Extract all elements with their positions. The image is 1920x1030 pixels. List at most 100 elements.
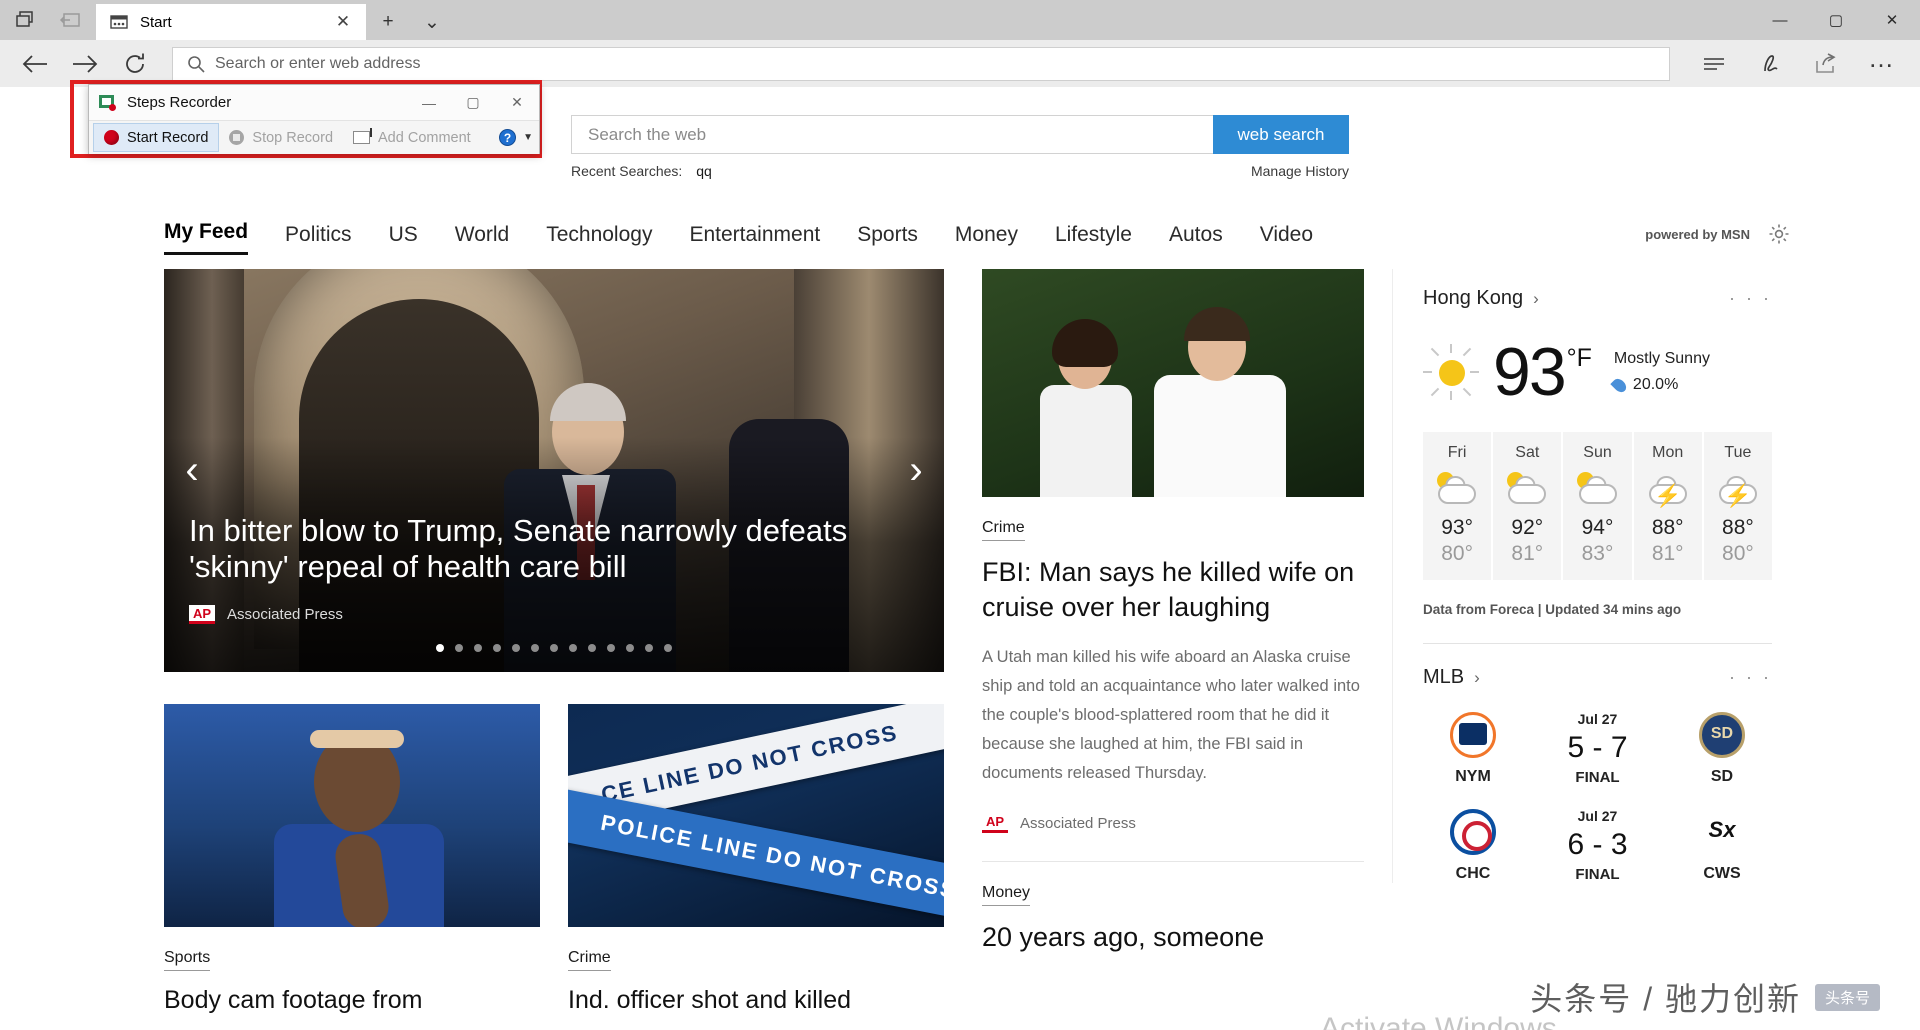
manage-history-link[interactable]: Manage History — [1251, 163, 1349, 179]
article-category-label[interactable]: Money — [982, 884, 1031, 906]
tab-options-chevron-down-icon[interactable]: ⌄ — [410, 4, 454, 40]
carousel-dot[interactable] — [474, 644, 482, 652]
carousel-dot[interactable] — [607, 644, 615, 652]
team-abbreviation: CHC — [1455, 864, 1491, 882]
article-category-label[interactable]: Sports — [164, 949, 211, 971]
hero-carousel-dots[interactable] — [164, 644, 944, 652]
start-record-button[interactable]: Start Record — [93, 123, 220, 152]
browser-tab-start[interactable]: Start ✕ — [96, 4, 366, 40]
share-icon[interactable] — [1798, 44, 1854, 84]
feed-tab-autos[interactable]: Autos — [1169, 223, 1223, 255]
help-question-icon[interactable]: ? — [499, 129, 517, 146]
recent-searches-group: Recent Searches: qq — [571, 163, 712, 179]
gear-icon[interactable] — [1768, 223, 1790, 245]
mlb-home-team: SD — [1672, 711, 1772, 786]
sun-cloud-icon — [1493, 472, 1561, 510]
maximize-window-button[interactable]: ▢ — [1808, 0, 1864, 40]
carousel-dot[interactable] — [531, 644, 539, 652]
steps-recorder-window[interactable]: Steps Recorder — ▢ ✕ Start Record Stop R… — [88, 84, 540, 154]
carousel-dot[interactable] — [645, 644, 653, 652]
carousel-dot[interactable] — [569, 644, 577, 652]
forecast-high: 92° — [1511, 516, 1544, 539]
carousel-dot[interactable] — [493, 644, 501, 652]
hero-prev-arrow-icon[interactable]: ‹ — [172, 441, 212, 501]
forecast-day-label: Sat — [1515, 444, 1540, 461]
article-category-label[interactable]: Crime — [568, 949, 611, 971]
feed-tab-sports[interactable]: Sports — [857, 223, 918, 255]
article-card-fbi[interactable]: Crime FBI: Man says he killed wife on cr… — [982, 269, 1364, 833]
forecast-day[interactable]: Fri 93° 80° — [1423, 432, 1492, 580]
feed-tab-entertainment[interactable]: Entertainment — [689, 223, 820, 255]
chevron-right-icon: › — [1533, 288, 1539, 308]
minimize-window-button[interactable]: — — [1752, 0, 1808, 40]
recent-search-term[interactable]: qq — [696, 163, 712, 179]
start-page-favicon — [110, 14, 128, 30]
set-tabs-aside-icon[interactable] — [48, 0, 92, 40]
address-bar[interactable]: Search or enter web address — [172, 46, 1670, 81]
article-card-crime[interactable]: CE LINE DO NOT CROSS POLICE LINE DO NOT … — [568, 704, 944, 1016]
hero-article-card[interactable]: ‹ › In bitter blow to Trump, Senate narr… — [164, 269, 944, 672]
more-settings-icon[interactable]: … — [1854, 44, 1910, 84]
steps-recorder-close-button[interactable]: ✕ — [495, 85, 539, 120]
feed-tab-world[interactable]: World — [455, 223, 509, 255]
close-tab-icon[interactable]: ✕ — [328, 7, 358, 37]
forecast-day[interactable]: Mon ⚡ 88° 81° — [1633, 432, 1702, 580]
forecast-low: 83° — [1581, 542, 1614, 565]
forecast-day-label: Sun — [1583, 444, 1612, 461]
article-category-label[interactable]: Crime — [982, 519, 1025, 541]
mlb-more-options-icon[interactable]: · · · — [1729, 667, 1772, 688]
tab-title-label: Start — [140, 13, 172, 31]
back-arrow-icon[interactable] — [10, 44, 60, 84]
mlb-game-row[interactable]: NYM Jul 27 5 - 7 FINAL SD — [1423, 711, 1772, 786]
carousel-dot[interactable] — [550, 644, 558, 652]
recent-searches-row: Recent Searches: qq Manage History — [571, 163, 1349, 179]
forecast-day[interactable]: Tue ⚡ 88° 80° — [1703, 432, 1773, 580]
carousel-dot[interactable] — [664, 644, 672, 652]
web-search-button[interactable]: web search — [1213, 115, 1349, 154]
carousel-dot[interactable] — [626, 644, 634, 652]
steps-recorder-help-group[interactable]: ? ▼ — [499, 129, 539, 146]
mlb-game-row[interactable]: CHC Jul 27 6 - 3 FINAL CWS — [1423, 808, 1772, 883]
carousel-dot[interactable] — [512, 644, 520, 652]
article-title: FBI: Man says he killed wife on cruise o… — [982, 557, 1355, 623]
mlb-link[interactable]: MLB › — [1423, 666, 1480, 689]
restore-down-windows-icon[interactable] — [4, 0, 48, 40]
refresh-icon[interactable] — [110, 44, 160, 84]
toolbar-right-group: … — [1686, 44, 1910, 84]
feed-tab-lifestyle[interactable]: Lifestyle — [1055, 223, 1132, 255]
new-tab-button[interactable]: + — [366, 4, 410, 40]
steps-recorder-maximize-button[interactable]: ▢ — [451, 85, 495, 120]
carousel-dot[interactable] — [455, 644, 463, 652]
feed-tab-us[interactable]: US — [389, 223, 418, 255]
weather-location-link[interactable]: Hong Kong › — [1423, 287, 1539, 310]
feed-tab-technology[interactable]: Technology — [546, 223, 652, 255]
feed-category-nav: My Feed Politics US World Technology Ent… — [0, 213, 1920, 255]
help-dropdown-chevron-down-icon[interactable]: ▼ — [523, 132, 533, 143]
steps-recorder-minimize-button[interactable]: — — [407, 85, 451, 120]
article-card-money[interactable]: Money 20 years ago, someone — [982, 860, 1364, 955]
close-window-button[interactable]: ✕ — [1864, 0, 1920, 40]
team-abbreviation: CWS — [1703, 864, 1741, 882]
feed-tab-politics[interactable]: Politics — [285, 223, 352, 255]
channel-watermark-badge: 头条号 — [1814, 983, 1880, 1011]
feed-tab-my-feed[interactable]: My Feed — [164, 220, 249, 255]
article-card-sports[interactable]: Sports Body cam footage from — [164, 704, 540, 1016]
hero-next-arrow-icon[interactable]: › — [896, 441, 936, 501]
web-search-input[interactable]: Search the web — [571, 115, 1213, 154]
carousel-dot[interactable] — [588, 644, 596, 652]
forecast-day[interactable]: Sat 92° 81° — [1493, 432, 1562, 580]
weather-more-options-icon[interactable]: · · · — [1729, 288, 1772, 309]
current-temperature: 93 — [1493, 334, 1567, 410]
feed-tab-video[interactable]: Video — [1260, 223, 1313, 255]
forward-arrow-icon[interactable] — [60, 44, 110, 84]
feed-tab-money[interactable]: Money — [955, 223, 1018, 255]
address-bar-placeholder: Search or enter web address — [215, 54, 421, 72]
forecast-day[interactable]: Sun 94° 83° — [1563, 432, 1632, 580]
mlb-card-header: MLB › · · · — [1423, 666, 1772, 689]
article-title: 20 years ago, someone — [982, 921, 1265, 952]
web-notes-pen-icon[interactable] — [1742, 44, 1798, 84]
carousel-dot[interactable] — [436, 644, 444, 652]
mlb-score-column: Jul 27 5 - 7 FINAL — [1538, 711, 1658, 786]
reading-view-icon[interactable] — [1686, 44, 1742, 84]
hero-source-group: AP Associated Press — [189, 605, 343, 624]
